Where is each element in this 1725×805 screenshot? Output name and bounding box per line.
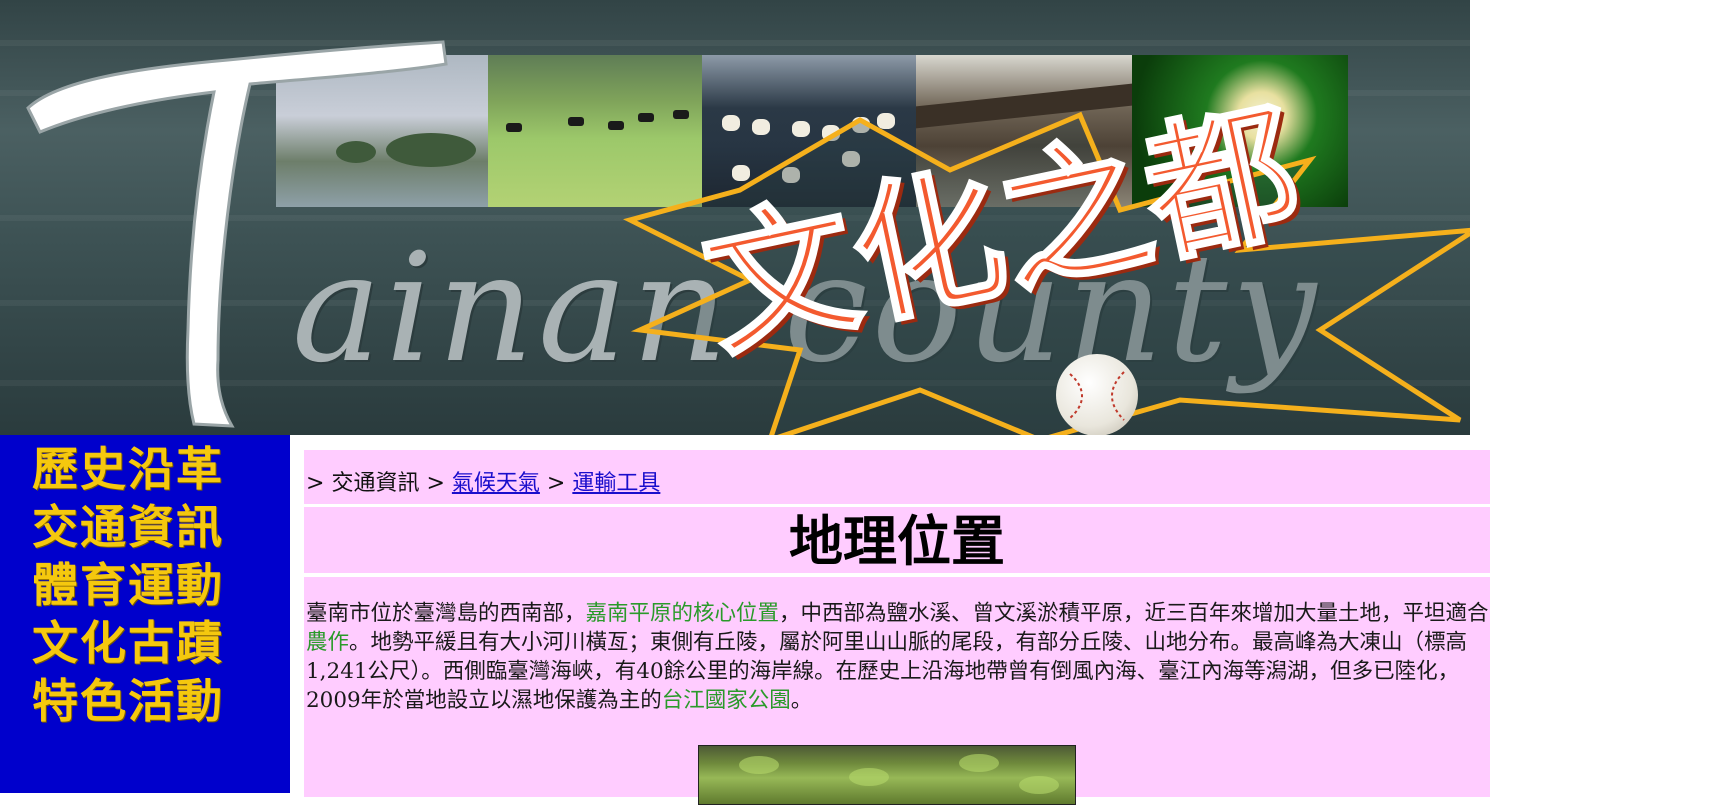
page-title: 地理位置 — [789, 509, 1005, 573]
article-highlight: 台江國家公園 — [661, 688, 791, 713]
article-highlight: 農作 — [306, 630, 350, 655]
breadcrumb-sep: > — [306, 471, 325, 496]
breadcrumb-bar: > 交通資訊 > 氣候天氣 > 運輸工具 — [304, 450, 1490, 504]
sidebar-item-heritage[interactable]: 文化古蹟 — [32, 615, 224, 671]
main-content: > 交通資訊 > 氣候天氣 > 運輸工具 地理位置 臺南市位於臺灣島的西南部，嘉… — [304, 450, 1490, 805]
sidebar-item-sports[interactable]: 體育運動 — [32, 557, 224, 613]
article-body: 臺南市位於臺灣島的西南部，嘉南平原的核心位置，中西部為鹽水溪、曾文溪淤積平原，近… — [304, 577, 1490, 805]
article-segment: 。地勢平緩且有大小河川橫亙；東側有丘陵，屬於阿里山山脈的尾段，有部分丘陵、山地分… — [306, 630, 1468, 713]
breadcrumb-current: 交通資訊 — [331, 471, 420, 496]
breadcrumb-link-transport[interactable]: 運輸工具 — [572, 471, 660, 496]
sidebar-nav: 歷史沿革 交通資訊 體育運動 文化古蹟 特色活動 — [0, 435, 290, 793]
header-banner: ainan county 文化之都 — [0, 0, 1470, 435]
breadcrumb-link-climate[interactable]: 氣候天氣 — [452, 471, 540, 496]
breadcrumb: > 交通資訊 > 氣候天氣 > 運輸工具 — [306, 465, 660, 497]
baseball-icon — [1056, 354, 1138, 435]
title-bar: 地理位置 — [304, 507, 1490, 573]
breadcrumb-sep: > — [426, 471, 445, 496]
sidebar-item-history[interactable]: 歷史沿革 — [32, 441, 224, 497]
article-text: 臺南市位於臺灣島的西南部，嘉南平原的核心位置，中西部為鹽水溪、曾文溪淤積平原，近… — [306, 599, 1490, 715]
article-photo — [698, 745, 1076, 805]
sidebar-item-events[interactable]: 特色活動 — [32, 673, 224, 729]
breadcrumb-sep: > — [546, 471, 566, 496]
sidebar-item-traffic[interactable]: 交通資訊 — [32, 499, 224, 555]
article-segment: 。 — [790, 688, 813, 713]
article-segment: 臺南市位於臺灣島的西南部， — [306, 601, 586, 626]
article-segment: ，中西部為鹽水溪、曾文溪淤積平原，近三百年來增加大量土地，平坦適合 — [779, 601, 1489, 626]
article-highlight: 嘉南平原的核心位置 — [585, 601, 780, 626]
